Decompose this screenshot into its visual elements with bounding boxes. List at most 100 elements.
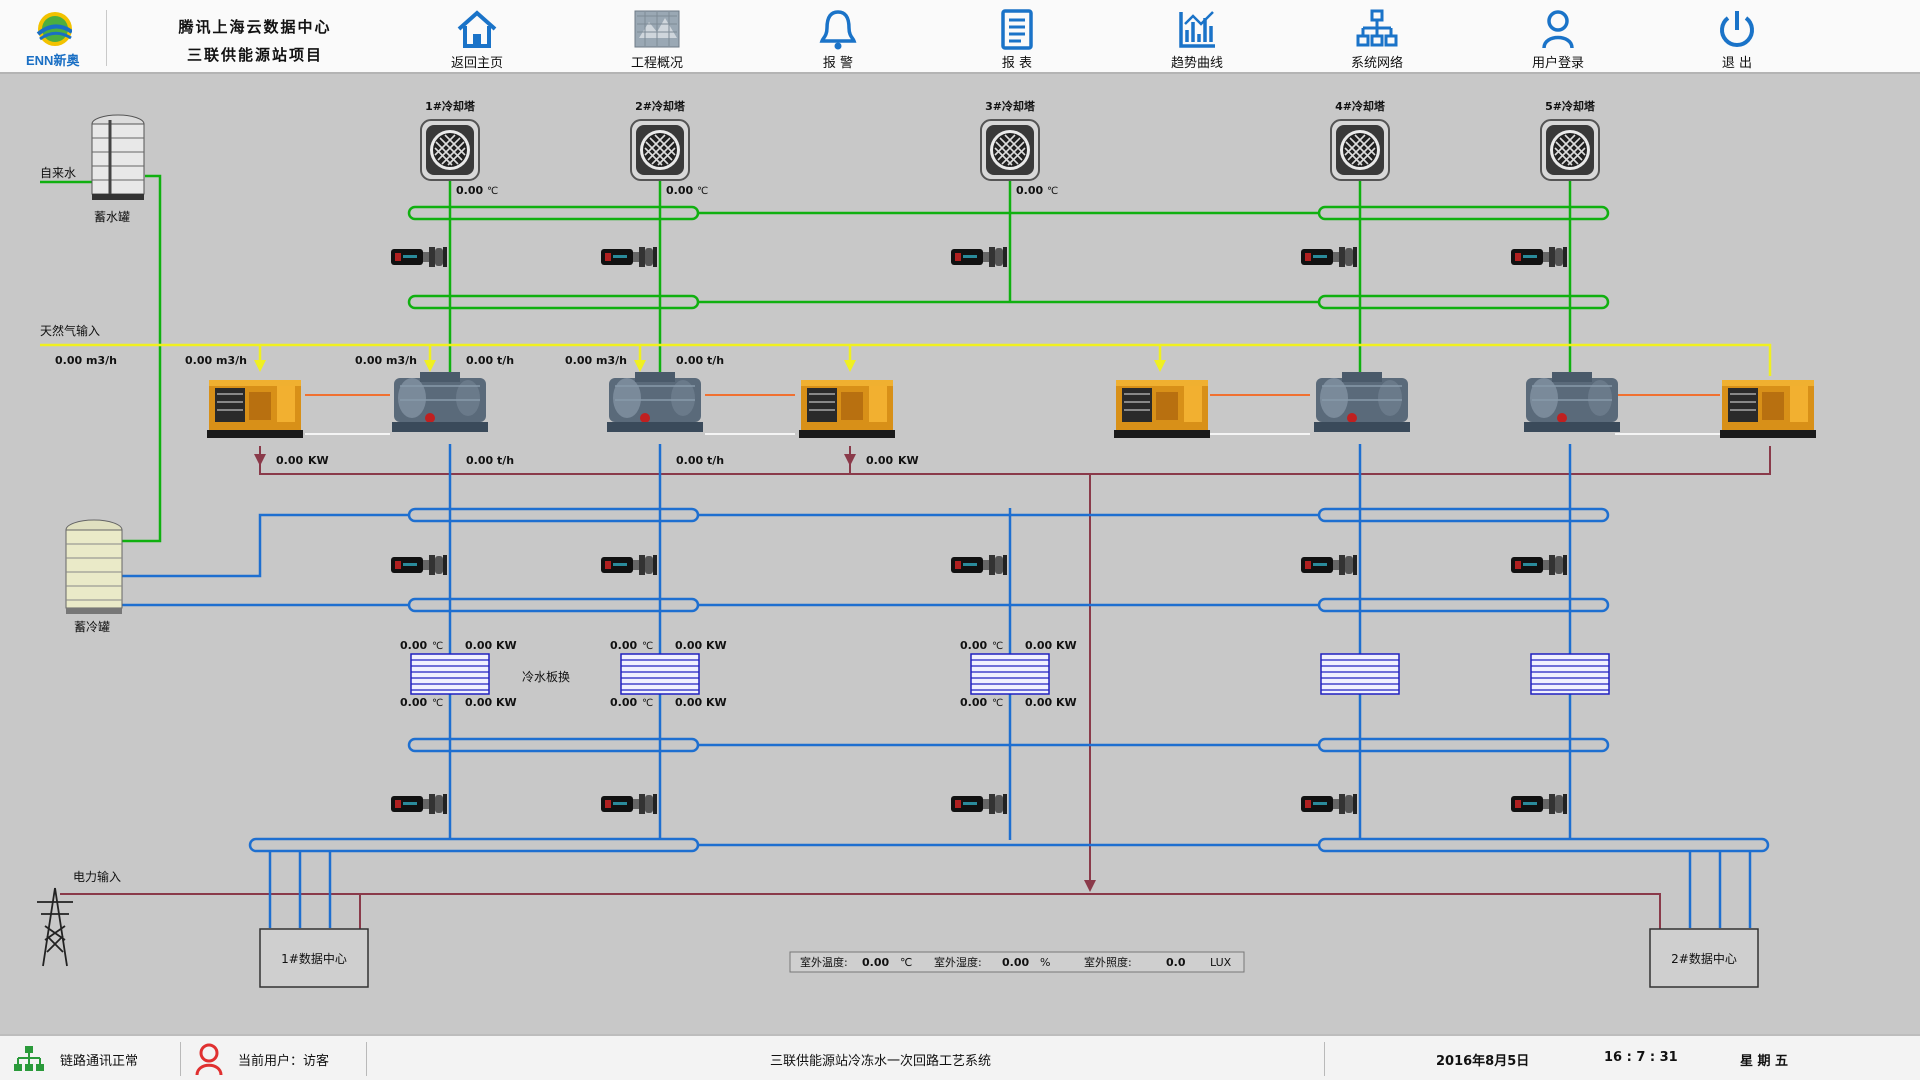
gas-generator-4[interactable] bbox=[1719, 379, 1817, 439]
heat-recovery-links bbox=[305, 394, 1720, 435]
outdoor-humidity-label: 室外湿度: bbox=[934, 955, 982, 969]
tower-1-temp: 0.00 bbox=[456, 184, 483, 197]
chilled-pump-1[interactable] bbox=[391, 555, 447, 575]
nav-home-button[interactable]: 返回主页 bbox=[422, 6, 532, 71]
nav-project-overview-button[interactable]: 工程概况 bbox=[602, 6, 712, 71]
generator-1-gas-unit: m3/h bbox=[216, 354, 247, 367]
secondary-pump-1[interactable] bbox=[391, 794, 447, 814]
power-icon bbox=[1720, 11, 1754, 47]
plate-exchanger-5[interactable] bbox=[1530, 653, 1610, 695]
chilled-pump-5[interactable] bbox=[1511, 555, 1567, 575]
project-photo-icon bbox=[634, 10, 680, 48]
chiller-2-gas: 0.00 bbox=[565, 354, 592, 367]
absorption-chiller-2[interactable] bbox=[606, 371, 704, 433]
outdoor-humidity-unit: % bbox=[1040, 956, 1050, 969]
nav-trend-button[interactable]: 趋势曲线 bbox=[1142, 6, 1252, 71]
bell-icon bbox=[819, 10, 857, 50]
gas-network bbox=[40, 343, 1772, 376]
plate-exchanger-4[interactable] bbox=[1320, 653, 1400, 695]
exchanger-1-t1: 0.00 bbox=[400, 639, 427, 652]
chilled-pump-2[interactable] bbox=[601, 555, 657, 575]
generator-2-power: 0.00 bbox=[866, 454, 893, 467]
cooling-tower-5[interactable] bbox=[1540, 119, 1600, 181]
project-title: 三联供能源站项目 bbox=[186, 46, 323, 64]
chiller-1-gas-unit: m3/h bbox=[386, 354, 417, 367]
generator-1-power-unit: KW bbox=[308, 454, 329, 467]
nav-report-button[interactable]: 报 表 bbox=[962, 6, 1072, 71]
plate-exchanger-3[interactable] bbox=[970, 653, 1050, 695]
nav-network-button[interactable]: 系统网络 bbox=[1322, 6, 1432, 71]
water-tank-label: 蓄水罐 bbox=[94, 210, 130, 224]
generator-1-power: 0.00 bbox=[276, 454, 303, 467]
nav-alarm-label: 报 警 bbox=[822, 56, 854, 71]
plate-exchanger-2[interactable] bbox=[620, 653, 700, 695]
cooling-tower-2[interactable] bbox=[630, 119, 690, 181]
comm-status: 链路通讯正常 bbox=[60, 1054, 139, 1069]
nav-project-overview-label: 工程概况 bbox=[630, 56, 683, 71]
exchanger-3-t2-unit: ℃ bbox=[992, 698, 1003, 709]
network-status-icon bbox=[14, 1046, 44, 1071]
exchanger-2-t1: 0.00 bbox=[610, 639, 637, 652]
generator-2-power-unit: KW bbox=[898, 454, 919, 467]
nav-trend-label: 趋势曲线 bbox=[1170, 56, 1223, 71]
tap-water-label: 自来水 bbox=[40, 166, 76, 180]
current-user: 当前用户：访客 bbox=[238, 1054, 330, 1069]
tower-2-name: 2#冷却塔 bbox=[635, 99, 686, 113]
gas-generator-3[interactable] bbox=[1113, 379, 1211, 439]
exchanger-1-t1-unit: ℃ bbox=[432, 641, 443, 652]
chiller-2-output-unit: t/h bbox=[707, 454, 724, 467]
cooling-pump-3[interactable] bbox=[951, 247, 1007, 267]
tower-2-temp-unit: ℃ bbox=[697, 186, 708, 197]
nav-alarm-button[interactable]: 报 警 bbox=[783, 6, 893, 71]
current-time: 16 : 7 : 31 bbox=[1604, 1050, 1678, 1065]
chilled-pump-4[interactable] bbox=[1301, 555, 1357, 575]
cooling-pump-5[interactable] bbox=[1511, 247, 1567, 267]
nav-exit-button[interactable]: 退 出 bbox=[1682, 6, 1792, 71]
exchanger-3-p2-unit: KW bbox=[1056, 696, 1077, 709]
user-icon bbox=[1542, 10, 1574, 49]
secondary-pump-4[interactable] bbox=[1301, 794, 1357, 814]
tower-5-name: 5#冷却塔 bbox=[1545, 99, 1596, 113]
chiller-1-gas: 0.00 bbox=[355, 354, 382, 367]
cooling-pump-4[interactable] bbox=[1301, 247, 1357, 267]
gas-generator-2[interactable] bbox=[798, 379, 896, 439]
current-date: 2016年8月5日 bbox=[1436, 1054, 1530, 1069]
cold-tank-label: 蓄冷罐 bbox=[74, 620, 110, 634]
tower-4-name: 4#冷却塔 bbox=[1335, 99, 1386, 113]
chiller-1-steam: 0.00 bbox=[466, 354, 493, 367]
power-network bbox=[60, 446, 1771, 929]
nav-login-button[interactable]: 用户登录 bbox=[1503, 6, 1613, 71]
absorption-chiller-3[interactable] bbox=[1313, 371, 1411, 433]
exchanger-3-t1: 0.00 bbox=[960, 639, 987, 652]
footer-divider bbox=[1324, 1042, 1325, 1076]
absorption-chiller-1[interactable] bbox=[391, 371, 489, 433]
gas-main-flow-unit: m3/h bbox=[86, 354, 117, 367]
power-input-label: 电力输入 bbox=[73, 869, 121, 884]
water-storage-tank bbox=[91, 114, 145, 200]
gas-generator-1[interactable] bbox=[206, 379, 304, 439]
chiller-2-steam-unit: t/h bbox=[707, 354, 724, 367]
header-bar: ENN新奥 腾讯上海云数据中心 三联供能源站项目 返回主页 工程概况 报 警 报… bbox=[0, 0, 1920, 74]
chiller-2-gas-unit: m3/h bbox=[596, 354, 627, 367]
cold-storage-tank bbox=[65, 519, 123, 614]
secondary-pump-5[interactable] bbox=[1511, 794, 1567, 814]
cooling-tower-3[interactable] bbox=[980, 119, 1040, 181]
secondary-pump-3[interactable] bbox=[951, 794, 1007, 814]
chilled-water-network bbox=[122, 444, 1770, 928]
exchanger-2-p1-unit: KW bbox=[706, 639, 727, 652]
cooling-tower-1[interactable] bbox=[420, 119, 480, 181]
exchanger-3-p1-unit: KW bbox=[1056, 639, 1077, 652]
chilled-pump-3[interactable] bbox=[951, 555, 1007, 575]
plate-exchanger-1[interactable] bbox=[410, 653, 490, 695]
nav-exit-label: 退 出 bbox=[1721, 56, 1753, 71]
tower-2-temp: 0.00 bbox=[666, 184, 693, 197]
cooling-pump-1[interactable] bbox=[391, 247, 447, 267]
exchanger-3-p1: 0.00 bbox=[1025, 639, 1052, 652]
cooling-tower-4[interactable] bbox=[1330, 119, 1390, 181]
secondary-pump-2[interactable] bbox=[601, 794, 657, 814]
cooling-pump-2[interactable] bbox=[601, 247, 657, 267]
data-center-1-label: 1#数据中心 bbox=[281, 951, 347, 966]
absorption-chiller-4[interactable] bbox=[1523, 371, 1621, 433]
chiller-1-steam-unit: t/h bbox=[497, 354, 514, 367]
home-icon bbox=[457, 10, 497, 48]
